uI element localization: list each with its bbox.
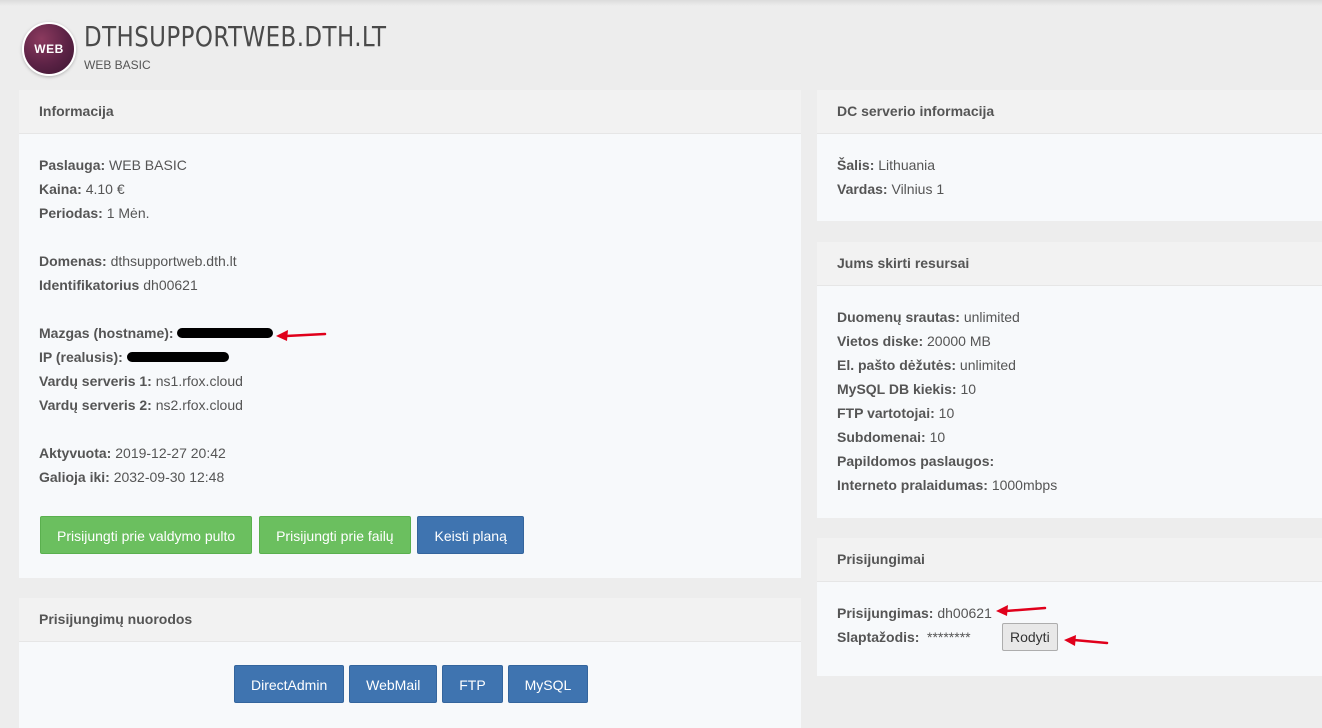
disk-value: 20000 MB [927,333,991,349]
ip-redaction [126,352,229,363]
subdomains-label: Subdomenai: [837,429,926,445]
logins-heading: Prisijungimai [817,538,1322,582]
resources-panel: Jums skirti resursai Duomenų srautas: un… [817,242,1322,518]
show-password-button[interactable]: Rodyti [1002,623,1058,651]
resources-heading: Jums skirti resursai [817,242,1322,286]
dc-name-value: Vilnius 1 [891,181,945,197]
annotation-arrow-hostname [276,330,327,341]
extra-services-row: Papildomos paslaugos: [837,449,1302,473]
mysql-button[interactable]: MySQL [507,665,589,703]
annotation-arrow-show-button [1064,635,1109,646]
traffic-row: Duomenų srautas: unlimited [837,305,1302,329]
login-files-button[interactable]: Prisijungti prie failų [259,516,411,554]
login-label: Prisijungimas: [837,605,934,621]
service-label: Paslauga: [39,157,106,173]
ip-row: IP (realusis): [39,345,781,369]
traffic-value: unlimited [963,309,1020,325]
hostname-redaction [177,328,274,339]
mysql-count-label: MySQL DB kiekis: [837,381,957,397]
service-value: WEB BASIC [109,157,187,173]
ns1-value: ns1.rfox.cloud [155,373,243,389]
top-shadow [0,0,1322,6]
ns2-value: ns2.rfox.cloud [155,397,243,413]
login-links-heading: Prisijungimų nuorodos [19,598,801,642]
dc-info-panel: DC serverio informacija Šalis: Lithuania… [817,90,1322,221]
disk-label: Vietos diske: [837,333,924,349]
traffic-label: Duomenų srautas: [837,309,960,325]
login-links-panel: Prisijungimų nuorodos DirectAdmin WebMai… [19,598,801,728]
country-value: Lithuania [878,157,936,173]
bandwidth-label: Interneto pralaidumas: [837,477,988,493]
logo-text: WEB [34,42,64,56]
period-label: Periodas: [39,205,103,221]
activated-row: Aktyvuota: 2019-12-27 20:42 [39,441,781,465]
country-row: Šalis: Lithuania [837,153,1302,177]
price-row: Kaina: 4.10 € [39,177,781,201]
service-logo: WEB [22,22,76,76]
bandwidth-value: 1000mbps [991,477,1058,493]
ns1-label: Vardų serveris 1: [39,373,152,389]
valid-until-row: Galioja iki: 2032-09-30 12:48 [39,465,781,489]
logins-panel: Prisijungimai Prisijungimas: dh00621 Sla… [817,538,1322,676]
login-row: Prisijungimas: dh00621 [837,601,1302,625]
dc-name-row: Vardas: Vilnius 1 [837,177,1302,201]
dc-info-heading: DC serverio informacija [817,90,1322,134]
activated-label: Aktyvuota: [39,445,112,461]
info-actions: Prisijungti prie valdymo pulto Prisijung… [39,516,781,554]
mailbox-value: unlimited [959,357,1016,373]
price-value: 4.10 € [85,181,125,197]
login-value: dh00621 [937,605,992,621]
identifier-row: Identifikatorius dh00621 [39,273,781,297]
ftp-users-value: 10 [938,405,955,421]
period-row: Periodas: 1 Mėn. [39,201,781,225]
domain-value: dthsupportweb.dth.lt [110,253,237,269]
ns1-row: Vardų serveris 1: ns1.rfox.cloud [39,369,781,393]
bandwidth-row: Interneto pralaidumas: 1000mbps [837,473,1302,497]
dc-name-label: Vardas: [837,181,888,197]
info-panel: Informacija Paslauga: WEB BASIC Kaina: 4… [19,90,801,578]
ns2-row: Vardų serveris 2: ns2.rfox.cloud [39,393,781,417]
mailbox-label: El. pašto dėžutės: [837,357,957,373]
password-label: Slaptažodis: [837,629,920,645]
change-plan-button[interactable]: Keisti planą [417,516,524,554]
ftp-button[interactable]: FTP [442,665,503,703]
price-label: Kaina: [39,181,82,197]
valid-until-value: 2032-09-30 12:48 [113,469,225,485]
login-control-panel-button[interactable]: Prisijungti prie valdymo pulto [40,516,253,554]
page-title: DTHSUPPORTWEB.DTH.LT [84,20,387,53]
password-value: ******** [927,629,971,645]
ftp-users-label: FTP vartotojai: [837,405,935,421]
page-subtitle: WEB BASIC [84,58,151,72]
ns2-label: Vardų serveris 2: [39,397,152,413]
login-links-buttons: DirectAdmin WebMail FTP MySQL [234,665,589,703]
webmail-button[interactable]: WebMail [349,665,438,703]
identifier-label: Identifikatorius [39,277,140,293]
hostname-row: Mazgas (hostname): [39,321,781,345]
annotation-arrow-login [996,605,1047,616]
valid-until-label: Galioja iki: [39,469,110,485]
period-value: 1 Mėn. [106,205,150,221]
subdomains-row: Subdomenai: 10 [837,425,1302,449]
domain-label: Domenas: [39,253,107,269]
identifier-value: dh00621 [143,277,198,293]
directadmin-button[interactable]: DirectAdmin [234,665,345,703]
hostname-label: Mazgas (hostname): [39,325,174,341]
disk-row: Vietos diske: 20000 MB [837,329,1302,353]
ftp-users-row: FTP vartotojai: 10 [837,401,1302,425]
mailbox-row: El. pašto dėžutės: unlimited [837,353,1302,377]
mysql-count-value: 10 [960,381,977,397]
extra-services-label: Papildomos paslaugos: [837,453,995,469]
subdomains-value: 10 [929,429,946,445]
service-row: Paslauga: WEB BASIC [39,153,781,177]
info-panel-heading: Informacija [19,90,801,134]
ip-label: IP (realusis): [39,349,123,365]
mysql-count-row: MySQL DB kiekis: 10 [837,377,1302,401]
country-label: Šalis: [837,157,875,173]
activated-value: 2019-12-27 20:42 [115,445,226,461]
domain-row: Domenas: dthsupportweb.dth.lt [39,249,781,273]
